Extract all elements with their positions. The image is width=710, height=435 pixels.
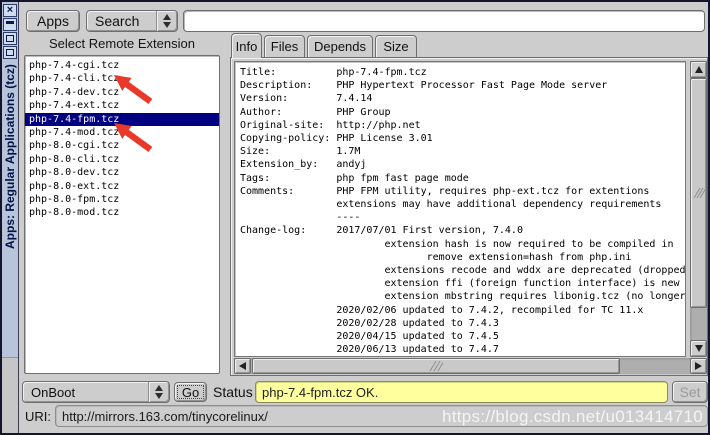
tab-size[interactable]: Size: [375, 35, 417, 57]
chevron-updown-icon: [156, 11, 177, 31]
list-item[interactable]: php-7.4-mod.tcz: [25, 126, 219, 139]
search-input[interactable]: [183, 10, 705, 32]
watermark: https://blog.csdn.net/u013414710: [442, 407, 703, 427]
shade-icon[interactable]: [3, 18, 17, 31]
onboot-label: OnBoot: [23, 385, 148, 400]
status-label: Status: [213, 384, 253, 400]
uri-label: URI:: [25, 409, 51, 424]
search-mode-dropdown[interactable]: Search: [86, 10, 178, 32]
grip-icon: [429, 360, 443, 372]
window-titlebar[interactable]: × Apps: Regular Applications (tcz): [2, 2, 19, 433]
set-button[interactable]: Set: [672, 381, 708, 403]
window-title-vertical: Apps: Regular Applications (tcz): [2, 64, 19, 359]
list-item[interactable]: php-8.0-cgi.tcz: [25, 139, 219, 152]
scroll-left-icon[interactable]: [234, 358, 251, 374]
status-field: php-7.4-fpm.tcz OK.: [255, 381, 668, 403]
apps-window: × Apps: Regular Applications (tcz) Apps …: [0, 0, 710, 435]
go-button[interactable]: Go: [174, 382, 207, 402]
h-scrollbar-thumb[interactable]: [252, 358, 620, 374]
restore-icon[interactable]: [3, 46, 17, 59]
info-text: Title: php-7.4-fpm.tcz Description: PHP …: [235, 62, 685, 357]
tab-info[interactable]: Info: [231, 33, 262, 58]
list-item-selected[interactable]: php-7.4-fpm.tcz: [25, 113, 219, 126]
list-item[interactable]: php-7.4-cgi.tcz: [25, 59, 219, 72]
list-item[interactable]: php-8.0-dev.tcz: [25, 166, 219, 179]
tab-depends[interactable]: Depends: [307, 35, 373, 57]
scroll-up-icon[interactable]: [690, 61, 707, 78]
close-icon[interactable]: ×: [3, 4, 17, 17]
onboot-dropdown[interactable]: OnBoot: [22, 381, 170, 403]
apps-menu-button[interactable]: Apps: [26, 10, 80, 32]
list-item[interactable]: php-8.0-mod.tcz: [25, 206, 219, 219]
resize-grip[interactable]: [2, 357, 18, 433]
info-text-area[interactable]: Title: php-7.4-fpm.tcz Description: PHP …: [234, 61, 686, 357]
v-scrollbar-thumb[interactable]: [690, 78, 707, 308]
list-item[interactable]: php-8.0-ext.tcz: [25, 180, 219, 193]
list-header: Select Remote Extension: [24, 36, 220, 51]
list-item[interactable]: php-7.4-dev.tcz: [25, 86, 219, 99]
tab-files[interactable]: Files: [264, 35, 305, 57]
scroll-down-icon[interactable]: [690, 340, 707, 357]
scroll-right-icon[interactable]: [690, 358, 707, 374]
tab-panel: Title: php-7.4-fpm.tcz Description: PHP …: [230, 57, 708, 376]
list-item[interactable]: php-8.0-cli.tcz: [25, 153, 219, 166]
extension-list[interactable]: php-7.4-cgi.tcz php-7.4-cli.tcz php-7.4-…: [24, 55, 220, 374]
grip-icon: [693, 187, 705, 199]
search-mode-label: Search: [87, 13, 156, 29]
maximize-icon[interactable]: [3, 32, 17, 45]
list-item[interactable]: php-8.0-fpm.tcz: [25, 193, 219, 206]
chevron-updown-icon: [148, 382, 169, 402]
list-item[interactable]: php-7.4-ext.tcz: [25, 99, 219, 112]
list-item[interactable]: php-7.4-cli.tcz: [25, 72, 219, 85]
